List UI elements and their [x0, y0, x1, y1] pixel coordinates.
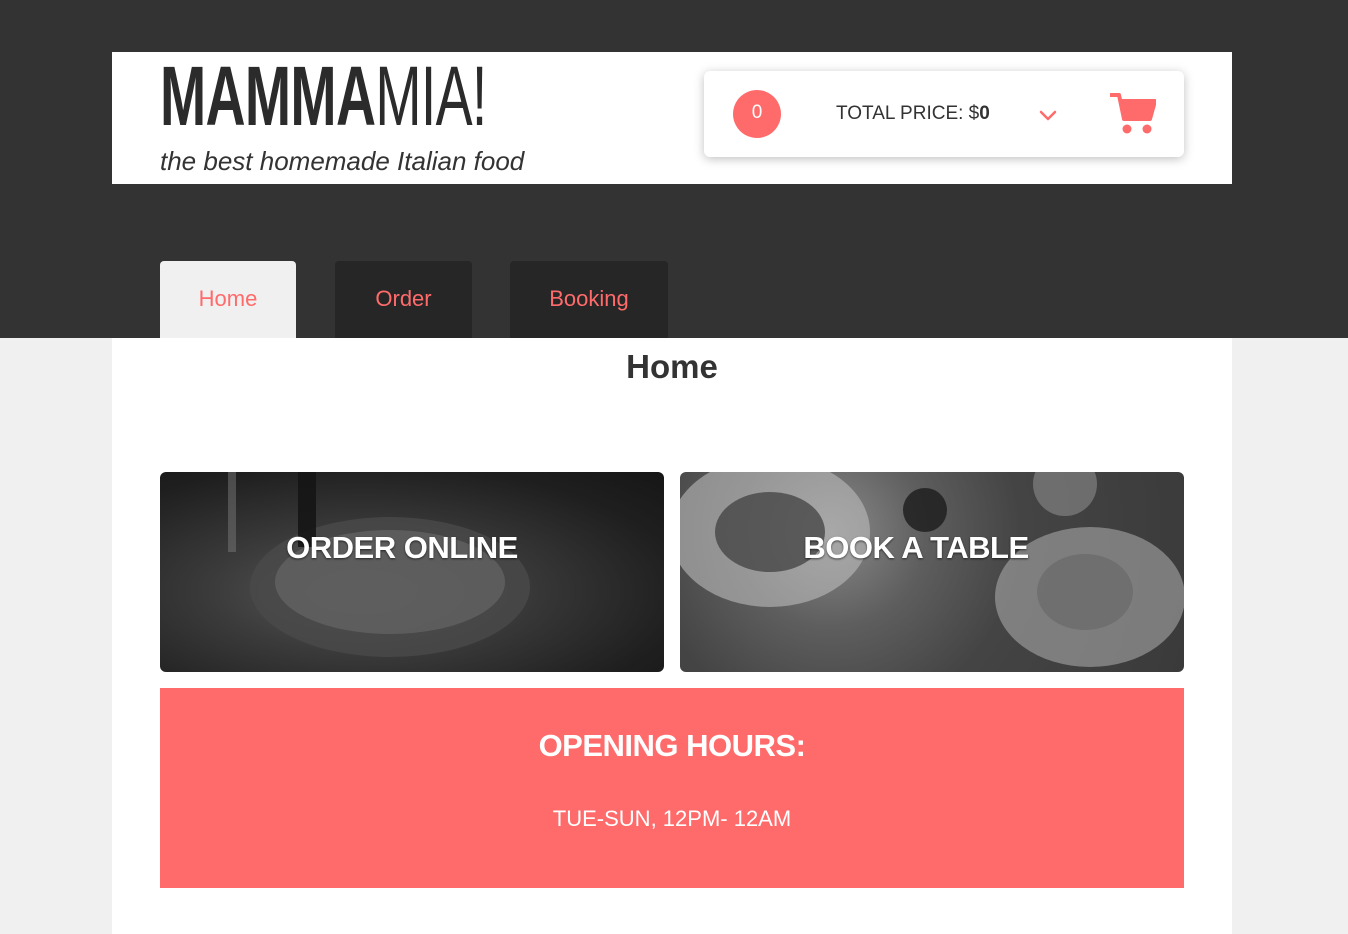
book-table-tile[interactable]: BOOK A TABLE — [680, 472, 1184, 672]
tab-home[interactable]: Home — [160, 261, 296, 338]
tagline: the best homemade Italian food — [160, 146, 525, 176]
cart-total-price: TOTAL PRICE: $0 — [836, 103, 990, 125]
dinner-table-photo — [680, 472, 1184, 667]
page-title: Home — [626, 348, 718, 385]
book-table-label: BOOK A TABLE — [803, 530, 1029, 565]
logo[interactable]: MAMMAMIA! — [160, 54, 655, 138]
pasta-photo — [228, 472, 530, 657]
main-content: Home ORDER ONLINE BOOK A TABLE OPENING H… — [112, 338, 1232, 934]
order-online-label: ORDER ONLINE — [286, 530, 518, 565]
shopping-cart-icon[interactable] — [1110, 91, 1156, 135]
tab-booking[interactable]: Booking — [510, 261, 668, 338]
site-header: MAMMAMIA! the best homemade Italian food… — [112, 52, 1232, 184]
opening-hours-banner: OPENING HOURS: TUE-SUN, 12PM- 12AM — [160, 688, 1184, 888]
opening-hours-title: OPENING HOURS: — [538, 728, 806, 763]
logo-light-text: MIA! — [375, 49, 487, 143]
order-online-tile[interactable]: ORDER ONLINE — [160, 472, 664, 672]
cart-total-value: 0 — [979, 103, 990, 124]
chevron-down-icon[interactable] — [1038, 105, 1058, 125]
logo-bold-text: MAMMA — [160, 49, 376, 143]
opening-hours-text: TUE-SUN, 12PM- 12AM — [552, 806, 792, 831]
cart-summary[interactable]: 0 TOTAL PRICE: $0 — [704, 71, 1184, 157]
cart-count-badge: 0 — [733, 90, 781, 138]
cart-total-label: TOTAL PRICE: $ — [836, 103, 980, 124]
tab-order[interactable]: Order — [335, 261, 472, 338]
